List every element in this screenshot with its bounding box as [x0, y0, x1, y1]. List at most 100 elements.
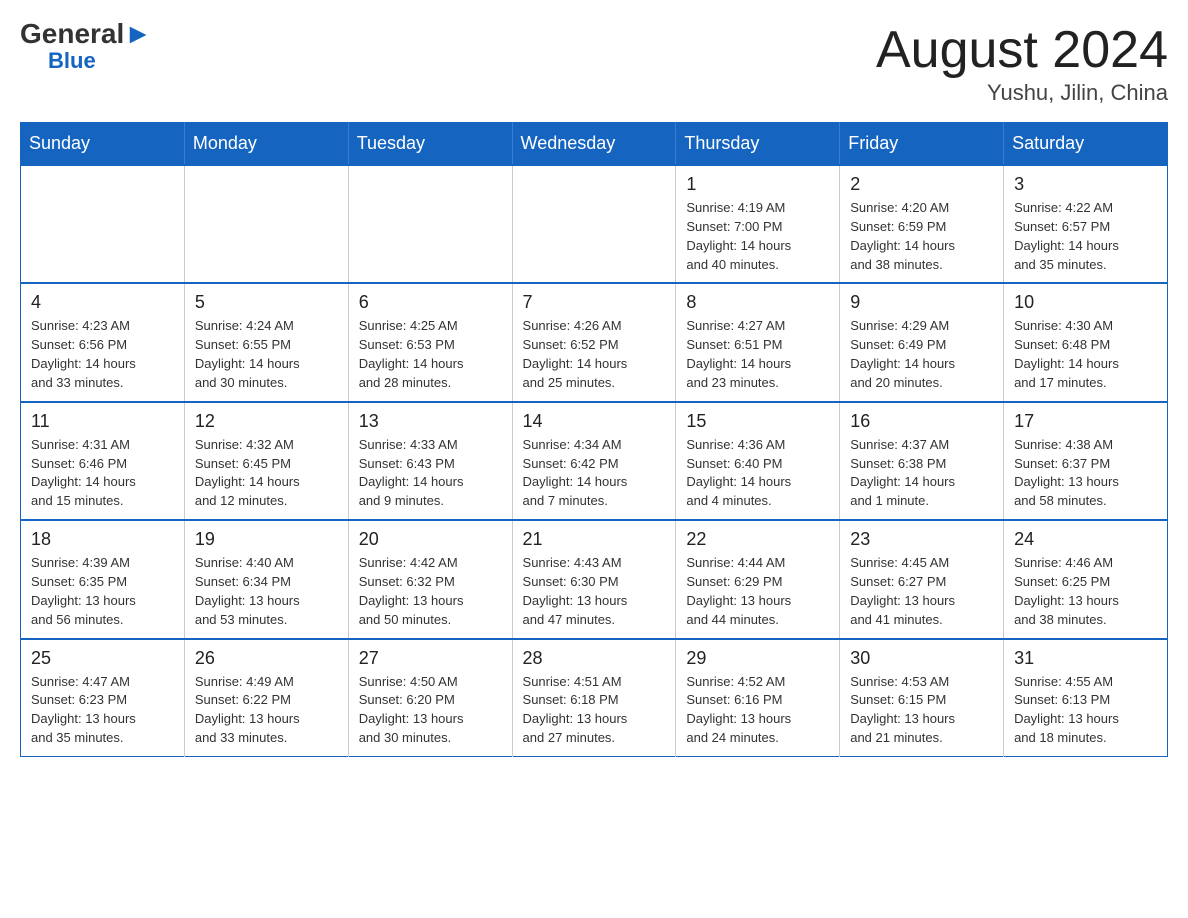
- day-number: 1: [686, 174, 829, 195]
- calendar-body: 1Sunrise: 4:19 AMSunset: 7:00 PMDaylight…: [21, 165, 1168, 756]
- calendar-cell: 23 Sunrise: 4:45 AMSunset: 6:27 PMDayligh…: [840, 520, 1004, 638]
- calendar-cell: 6Sunrise: 4:25 AMSunset: 6:53 PMDaylight…: [348, 283, 512, 401]
- calendar-cell: 22 Sunrise: 4:44 AMSunset: 6:29 PMDayligh…: [676, 520, 840, 638]
- day-info: Sunrise: 4:24 AMSunset: 6:55 PMDaylight:…: [195, 317, 338, 392]
- calendar-cell: 4 Sunrise: 4:23 AMSunset: 6:56 PMDaylight…: [21, 283, 185, 401]
- day-info: Sunrise: 4:53 AMSunset: 6:15 PMDaylight:…: [850, 673, 993, 748]
- calendar-cell: 8Sunrise: 4:27 AMSunset: 6:51 PMDaylight…: [676, 283, 840, 401]
- calendar-cell: 14Sunrise: 4:34 AMSunset: 6:42 PMDayligh…: [512, 402, 676, 520]
- day-info: Sunrise: 4:29 AMSunset: 6:49 PMDaylight:…: [850, 317, 993, 392]
- calendar-cell: 31 Sunrise: 4:55 AMSunset: 6:13 PMDayligh…: [1004, 639, 1168, 757]
- calendar-cell: 12 Sunrise: 4:32 AMSunset: 6:45 PMDayligh…: [184, 402, 348, 520]
- day-info: Sunrise: 4:20 AMSunset: 6:59 PMDaylight:…: [850, 199, 993, 274]
- day-number: 23: [850, 529, 993, 550]
- day-number: 26: [195, 648, 338, 669]
- day-info: Sunrise: 4:44 AMSunset: 6:29 PMDaylight:…: [686, 554, 829, 629]
- calendar-cell: 29Sunrise: 4:52 AMSunset: 6:16 PMDayligh…: [676, 639, 840, 757]
- calendar-cell: 1Sunrise: 4:19 AMSunset: 7:00 PMDaylight…: [676, 165, 840, 283]
- day-number: 20: [359, 529, 502, 550]
- day-number: 31: [1014, 648, 1157, 669]
- calendar-cell: 5 Sunrise: 4:24 AMSunset: 6:55 PMDaylight…: [184, 283, 348, 401]
- calendar-cell: 3Sunrise: 4:22 AMSunset: 6:57 PMDaylight…: [1004, 165, 1168, 283]
- calendar-cell: [512, 165, 676, 283]
- calendar-cell: 24 Sunrise: 4:46 AMSunset: 6:25 PMDayligh…: [1004, 520, 1168, 638]
- calendar-cell: 27 Sunrise: 4:50 AMSunset: 6:20 PMDayligh…: [348, 639, 512, 757]
- day-number: 7: [523, 292, 666, 313]
- calendar-cell: 2 Sunrise: 4:20 AMSunset: 6:59 PMDaylight…: [840, 165, 1004, 283]
- day-info: Sunrise: 4:26 AMSunset: 6:52 PMDaylight:…: [523, 317, 666, 392]
- calendar-header: SundayMondayTuesdayWednesdayThursdayFrid…: [21, 123, 1168, 166]
- page-header: General► Blue August 2024 Yushu, Jilin, …: [20, 20, 1168, 106]
- day-info: Sunrise: 4:42 AMSunset: 6:32 PMDaylight:…: [359, 554, 502, 629]
- day-info: Sunrise: 4:25 AMSunset: 6:53 PMDaylight:…: [359, 317, 502, 392]
- day-info: Sunrise: 4:40 AMSunset: 6:34 PMDaylight:…: [195, 554, 338, 629]
- day-number: 22: [686, 529, 829, 550]
- day-number: 10: [1014, 292, 1157, 313]
- day-number: 24: [1014, 529, 1157, 550]
- day-info: Sunrise: 4:46 AMSunset: 6:25 PMDaylight:…: [1014, 554, 1157, 629]
- calendar-cell: [348, 165, 512, 283]
- day-info: Sunrise: 4:55 AMSunset: 6:13 PMDaylight:…: [1014, 673, 1157, 748]
- calendar-cell: 28 Sunrise: 4:51 AMSunset: 6:18 PMDayligh…: [512, 639, 676, 757]
- day-info: Sunrise: 4:33 AMSunset: 6:43 PMDaylight:…: [359, 436, 502, 511]
- day-info: Sunrise: 4:38 AMSunset: 6:37 PMDaylight:…: [1014, 436, 1157, 511]
- day-number: 4: [31, 292, 174, 313]
- day-number: 29: [686, 648, 829, 669]
- day-number: 27: [359, 648, 502, 669]
- logo-triangle-icon: ►: [124, 18, 152, 49]
- weekday-friday: Friday: [840, 123, 1004, 166]
- logo-blue-text: Blue: [48, 48, 96, 74]
- day-number: 9: [850, 292, 993, 313]
- logo-general-text: General►: [20, 20, 152, 48]
- day-info: Sunrise: 4:49 AMSunset: 6:22 PMDaylight:…: [195, 673, 338, 748]
- day-number: 19: [195, 529, 338, 550]
- day-info: Sunrise: 4:39 AMSunset: 6:35 PMDaylight:…: [31, 554, 174, 629]
- weekday-saturday: Saturday: [1004, 123, 1168, 166]
- day-info: Sunrise: 4:51 AMSunset: 6:18 PMDaylight:…: [523, 673, 666, 748]
- calendar-subtitle: Yushu, Jilin, China: [876, 80, 1168, 106]
- day-info: Sunrise: 4:32 AMSunset: 6:45 PMDaylight:…: [195, 436, 338, 511]
- calendar-cell: 20 Sunrise: 4:42 AMSunset: 6:32 PMDayligh…: [348, 520, 512, 638]
- weekday-sunday: Sunday: [21, 123, 185, 166]
- day-number: 5: [195, 292, 338, 313]
- calendar-title: August 2024: [876, 20, 1168, 80]
- day-number: 30: [850, 648, 993, 669]
- calendar-cell: 13 Sunrise: 4:33 AMSunset: 6:43 PMDayligh…: [348, 402, 512, 520]
- calendar-week-1: 1Sunrise: 4:19 AMSunset: 7:00 PMDaylight…: [21, 165, 1168, 283]
- calendar-cell: 16Sunrise: 4:37 AMSunset: 6:38 PMDayligh…: [840, 402, 1004, 520]
- logo: General► Blue: [20, 20, 152, 74]
- calendar-cell: 10 Sunrise: 4:30 AMSunset: 6:48 PMDayligh…: [1004, 283, 1168, 401]
- calendar-cell: 18Sunrise: 4:39 AMSunset: 6:35 PMDayligh…: [21, 520, 185, 638]
- day-info: Sunrise: 4:47 AMSunset: 6:23 PMDaylight:…: [31, 673, 174, 748]
- calendar-week-5: 25Sunrise: 4:47 AMSunset: 6:23 PMDayligh…: [21, 639, 1168, 757]
- day-info: Sunrise: 4:23 AMSunset: 6:56 PMDaylight:…: [31, 317, 174, 392]
- weekday-wednesday: Wednesday: [512, 123, 676, 166]
- weekday-tuesday: Tuesday: [348, 123, 512, 166]
- calendar-cell: 30 Sunrise: 4:53 AMSunset: 6:15 PMDayligh…: [840, 639, 1004, 757]
- calendar-cell: [21, 165, 185, 283]
- day-info: Sunrise: 4:45 AMSunset: 6:27 PMDaylight:…: [850, 554, 993, 629]
- day-number: 14: [523, 411, 666, 432]
- day-info: Sunrise: 4:36 AMSunset: 6:40 PMDaylight:…: [686, 436, 829, 511]
- calendar-table: SundayMondayTuesdayWednesdayThursdayFrid…: [20, 122, 1168, 757]
- calendar-week-4: 18Sunrise: 4:39 AMSunset: 6:35 PMDayligh…: [21, 520, 1168, 638]
- calendar-cell: 17Sunrise: 4:38 AMSunset: 6:37 PMDayligh…: [1004, 402, 1168, 520]
- weekday-header-row: SundayMondayTuesdayWednesdayThursdayFrid…: [21, 123, 1168, 166]
- calendar-cell: 7 Sunrise: 4:26 AMSunset: 6:52 PMDaylight…: [512, 283, 676, 401]
- day-info: Sunrise: 4:50 AMSunset: 6:20 PMDaylight:…: [359, 673, 502, 748]
- day-number: 13: [359, 411, 502, 432]
- calendar-cell: 11Sunrise: 4:31 AMSunset: 6:46 PMDayligh…: [21, 402, 185, 520]
- day-info: Sunrise: 4:30 AMSunset: 6:48 PMDaylight:…: [1014, 317, 1157, 392]
- day-number: 11: [31, 411, 174, 432]
- day-number: 28: [523, 648, 666, 669]
- day-info: Sunrise: 4:22 AMSunset: 6:57 PMDaylight:…: [1014, 199, 1157, 274]
- day-number: 2: [850, 174, 993, 195]
- day-number: 15: [686, 411, 829, 432]
- calendar-cell: 25Sunrise: 4:47 AMSunset: 6:23 PMDayligh…: [21, 639, 185, 757]
- calendar-week-3: 11Sunrise: 4:31 AMSunset: 6:46 PMDayligh…: [21, 402, 1168, 520]
- day-number: 12: [195, 411, 338, 432]
- day-info: Sunrise: 4:37 AMSunset: 6:38 PMDaylight:…: [850, 436, 993, 511]
- calendar-cell: [184, 165, 348, 283]
- day-number: 21: [523, 529, 666, 550]
- weekday-monday: Monday: [184, 123, 348, 166]
